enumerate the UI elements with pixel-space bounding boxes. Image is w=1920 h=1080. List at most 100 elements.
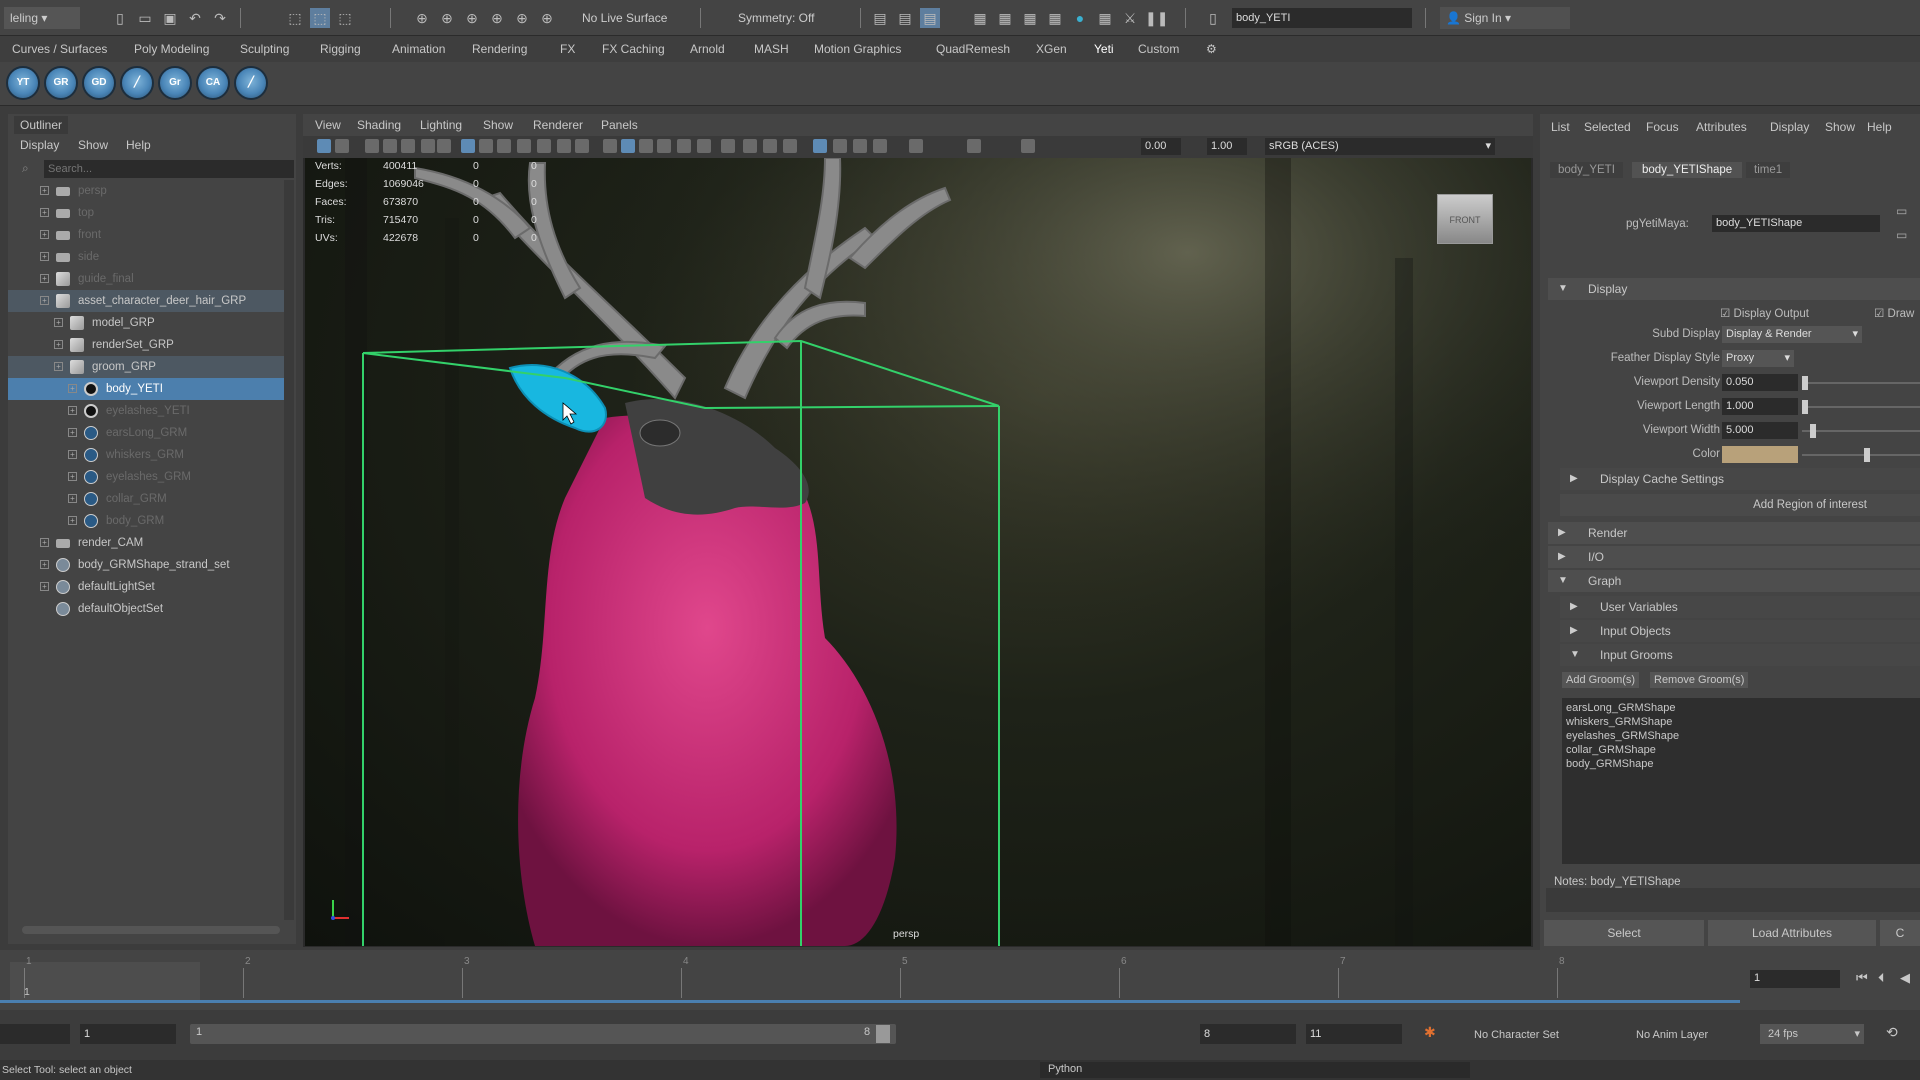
symmetry-dropdown[interactable]: Symmetry: Off bbox=[738, 7, 848, 29]
ae-tab-time1[interactable]: time1 bbox=[1746, 162, 1791, 178]
viewport-density-handle[interactable] bbox=[1802, 376, 1808, 390]
section-input-objects[interactable]: ▶ Input Objects bbox=[1560, 620, 1920, 642]
image-plane-icon[interactable] bbox=[401, 139, 415, 153]
shelf-tab-xgen[interactable]: XGen bbox=[1036, 42, 1067, 56]
viewport-width-field[interactable]: 5.000 bbox=[1722, 422, 1798, 439]
xray-icon[interactable] bbox=[833, 139, 847, 153]
arnold-ipr-icon[interactable]: ▦ bbox=[1095, 8, 1115, 28]
outliner-item[interactable]: + whiskers_GRM bbox=[8, 444, 288, 466]
isolate-select-icon[interactable] bbox=[813, 139, 827, 153]
outliner-item[interactable]: + persp bbox=[8, 180, 288, 202]
menuset-dropdown[interactable]: leling ▾ bbox=[4, 7, 80, 29]
shelf-tab-mash[interactable]: MASH bbox=[754, 42, 789, 56]
outliner-item[interactable]: + renderSet_GRP bbox=[8, 334, 288, 356]
outliner-item[interactable]: + side bbox=[8, 246, 288, 268]
camera-attributes-icon[interactable] bbox=[365, 139, 379, 153]
render-setup-icon[interactable]: ▦ bbox=[970, 8, 990, 28]
copy-tab-button[interactable]: C bbox=[1880, 920, 1920, 946]
pause-icon[interactable]: ❚❚ bbox=[1145, 8, 1168, 28]
anim-layer-dropdown[interactable]: No Anim Layer bbox=[1636, 1026, 1746, 1044]
color-swatch[interactable] bbox=[1722, 446, 1798, 463]
expand-icon[interactable]: + bbox=[40, 186, 49, 195]
character-set-dropdown[interactable]: No Character Set bbox=[1474, 1026, 1614, 1044]
xray-joints-icon[interactable] bbox=[853, 139, 867, 153]
gamma-icon[interactable] bbox=[967, 139, 981, 153]
save-scene-icon[interactable]: ▣ bbox=[160, 8, 180, 28]
snap-surface-icon[interactable]: ⊕ bbox=[512, 8, 532, 28]
expand-icon[interactable]: + bbox=[68, 494, 77, 503]
yeti-comb-icon[interactable]: ╱ bbox=[120, 66, 154, 100]
step-back-icon[interactable]: ⏴ bbox=[1878, 970, 1885, 986]
snap-curve-icon[interactable]: ⊕ bbox=[437, 8, 457, 28]
smooth-shade-icon[interactable] bbox=[621, 139, 635, 153]
section-graph[interactable]: ▼ Graph bbox=[1548, 570, 1920, 592]
section-display-cache[interactable]: ▶ Display Cache Settings bbox=[1560, 468, 1920, 490]
range-end-handle[interactable] bbox=[876, 1025, 890, 1043]
undo-icon[interactable]: ↶ bbox=[185, 8, 205, 28]
expand-icon[interactable]: + bbox=[40, 230, 49, 239]
shelf-tab-rigging[interactable]: Rigging bbox=[320, 42, 361, 56]
render-frame-icon[interactable]: ▤ bbox=[895, 8, 915, 28]
expand-icon[interactable]: + bbox=[40, 274, 49, 283]
lock-camera-icon[interactable] bbox=[335, 139, 349, 153]
construction-history-icon[interactable]: ▤ bbox=[870, 8, 890, 28]
default-material-icon[interactable] bbox=[639, 139, 653, 153]
outliner-item[interactable]: + body_GRMShape_strand_set bbox=[8, 554, 288, 576]
ae-tab-body-yetishape[interactable]: body_YETIShape bbox=[1632, 162, 1743, 178]
anti-alias-icon[interactable] bbox=[763, 139, 777, 153]
shelf-tab-custom[interactable]: Custom bbox=[1138, 42, 1179, 56]
expand-icon[interactable]: + bbox=[40, 538, 49, 547]
sidebar-toggle-icon[interactable]: ▯ bbox=[1203, 8, 1223, 28]
yeti-groom-icon[interactable]: GR bbox=[44, 66, 78, 100]
outliner-item[interactable]: + guide_final bbox=[8, 268, 288, 290]
film-gate-icon[interactable] bbox=[479, 139, 493, 153]
snap-mode-icon[interactable]: ⊕ bbox=[537, 8, 557, 28]
play-back-icon[interactable]: ◀ bbox=[1900, 970, 1910, 986]
resolution-gate-icon[interactable] bbox=[497, 139, 511, 153]
live-surface-dropdown[interactable]: No Live Surface bbox=[582, 7, 682, 29]
hypershade-icon[interactable]: ▦ bbox=[1045, 8, 1065, 28]
lasso-tool-icon[interactable]: ⬚ bbox=[310, 8, 330, 28]
shelf-tab-quadremesh[interactable]: QuadRemesh bbox=[936, 42, 1010, 56]
go-to-start-icon[interactable]: ⏮ bbox=[1856, 970, 1868, 986]
ae-menu-display[interactable]: Display bbox=[1770, 120, 1809, 134]
color-handle[interactable] bbox=[1864, 448, 1870, 462]
range-slider-bar[interactable]: 1 8 bbox=[190, 1024, 896, 1044]
far-clip-field[interactable]: 1.00 bbox=[1207, 138, 1247, 155]
viewport-density-slider[interactable] bbox=[1802, 382, 1920, 384]
load-attributes-button[interactable]: Load Attributes bbox=[1708, 920, 1876, 946]
draw-checkbox[interactable]: ☑ Draw bbox=[1874, 306, 1914, 320]
expand-icon[interactable]: + bbox=[54, 340, 63, 349]
new-scene-icon[interactable]: ▯ bbox=[110, 8, 130, 28]
groom-list-item[interactable]: body_GRMShape bbox=[1566, 757, 1916, 771]
shelf-tab-yeti[interactable]: Yeti bbox=[1094, 42, 1114, 56]
outliner-item[interactable]: + collar_GRM bbox=[8, 488, 288, 510]
viewport-3d[interactable]: Verts: 400411 0 0 Edges: 1069046 0 0 Faces: 67387… bbox=[305, 158, 1531, 946]
outliner-item[interactable]: + asset_character_deer_hair_GRP bbox=[8, 290, 288, 312]
textured-icon[interactable] bbox=[657, 139, 671, 153]
safe-title-icon[interactable] bbox=[575, 139, 589, 153]
outliner-menu-show[interactable]: Show bbox=[78, 138, 108, 152]
grease-pencil-icon[interactable] bbox=[437, 139, 451, 153]
expand-icon[interactable]: + bbox=[68, 384, 77, 393]
bookmarks-icon[interactable] bbox=[383, 139, 397, 153]
shelf-tab-rendering[interactable]: Rendering bbox=[472, 42, 527, 56]
display-output-checkbox[interactable]: ☑ Display Output bbox=[1720, 306, 1809, 320]
shelf-tab-fx[interactable]: FX bbox=[560, 42, 575, 56]
shelf-tab-fx-caching[interactable]: FX Caching bbox=[602, 42, 665, 56]
redo-icon[interactable]: ↷ bbox=[210, 8, 230, 28]
expand-icon[interactable]: + bbox=[40, 208, 49, 217]
expand-icon[interactable]: + bbox=[68, 428, 77, 437]
grid-icon[interactable] bbox=[461, 139, 475, 153]
ae-menu-list[interactable]: List bbox=[1551, 120, 1570, 134]
viewport-length-handle[interactable] bbox=[1802, 400, 1808, 414]
outliner-item[interactable]: + body_GRM bbox=[8, 510, 288, 532]
outliner-item[interactable]: + render_CAM bbox=[8, 532, 288, 554]
auto-key-icon[interactable]: ✱ bbox=[1424, 1024, 1436, 1041]
section-input-grooms[interactable]: ▼ Input Grooms bbox=[1560, 644, 1920, 666]
groom-list-item[interactable]: whiskers_GRMShape bbox=[1566, 715, 1916, 729]
focus-icon[interactable]: ▭ bbox=[1896, 204, 1907, 218]
shelf-tab-animation[interactable]: Animation bbox=[392, 42, 445, 56]
shelf-tab-motion-graphics[interactable]: Motion Graphics bbox=[814, 42, 901, 56]
shelf-tab-sculpting[interactable]: Sculpting bbox=[240, 42, 289, 56]
